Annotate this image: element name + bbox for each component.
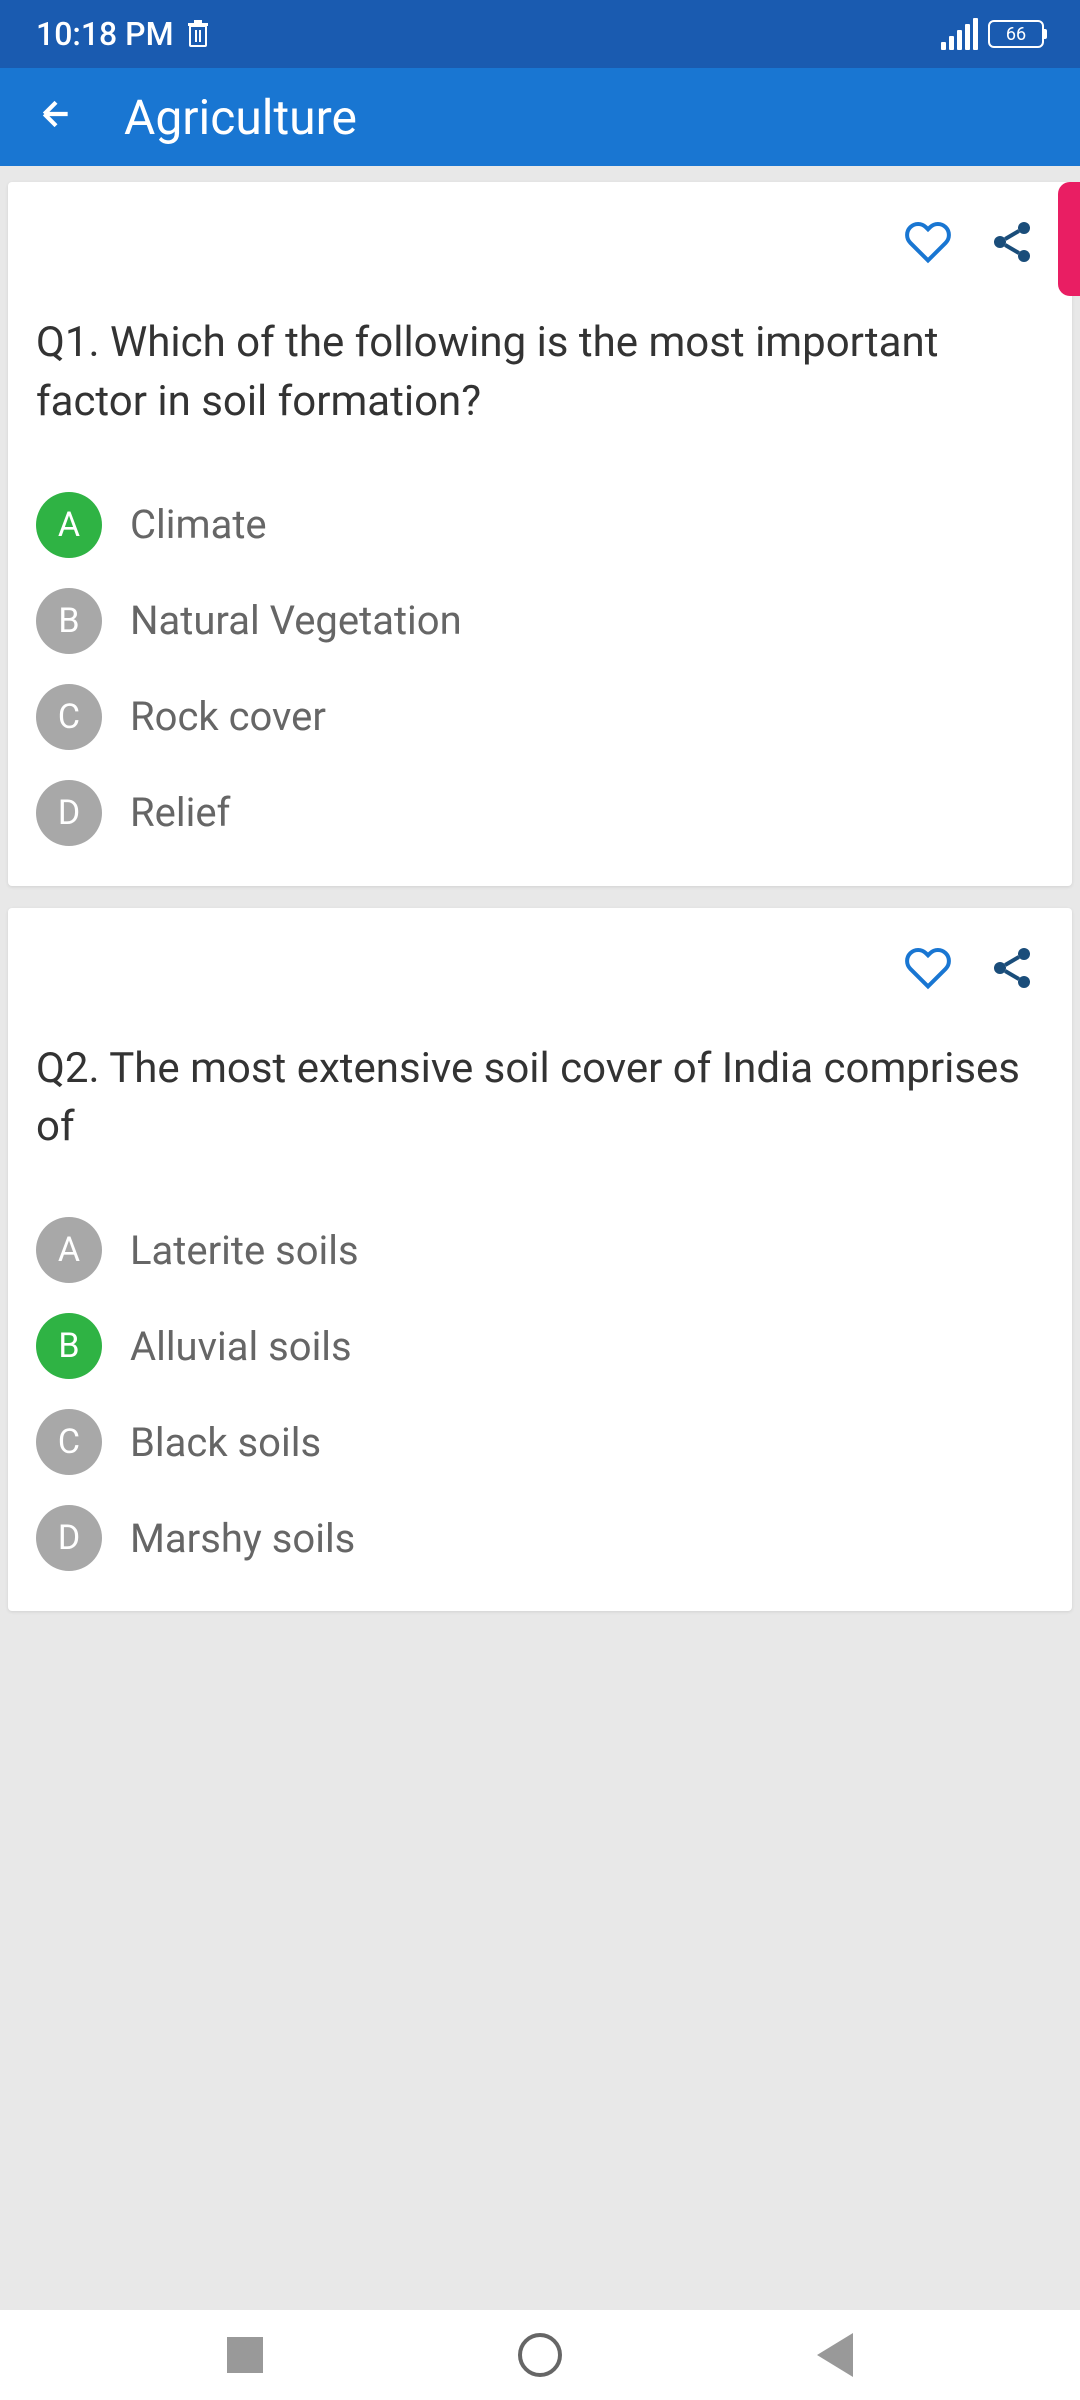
option-badge: B [36,588,102,654]
favorite-button[interactable] [904,944,952,992]
option-text: Laterite soils [130,1227,359,1274]
option-badge: C [36,684,102,750]
status-right: 66 [941,18,1044,50]
option-badge: A [36,1217,102,1283]
option-badge: C [36,1409,102,1475]
battery-icon: 66 [988,20,1044,48]
question-card: Q2. The most extensive soil cover of Ind… [8,908,1072,1612]
option-text: Natural Vegetation [130,597,462,644]
option-text: Climate [130,501,267,548]
option-a[interactable]: A Laterite soils [36,1217,1044,1283]
option-b[interactable]: B Alluvial soils [36,1313,1044,1379]
option-badge: B [36,1313,102,1379]
option-c[interactable]: C Rock cover [36,684,1044,750]
question-text: Q2. The most extensive soil cover of Ind… [36,1040,1044,1158]
share-button[interactable] [988,944,1036,992]
option-c[interactable]: C Black soils [36,1409,1044,1475]
status-bar: 10:18 PM 66 [0,0,1080,68]
card-actions [36,944,1044,992]
question-text: Q1. Which of the following is the most i… [36,314,1044,432]
signal-icon [941,18,978,50]
option-a[interactable]: A Climate [36,492,1044,558]
status-left: 10:18 PM [36,15,210,53]
option-d[interactable]: D Relief [36,780,1044,846]
option-badge: D [36,780,102,846]
question-card: Q1. Which of the following is the most i… [8,182,1072,886]
option-text: Relief [130,789,230,836]
side-tab[interactable] [1058,182,1080,296]
back-button[interactable] [36,89,76,146]
trash-icon [186,20,210,48]
option-text: Black soils [130,1419,321,1466]
card-actions [36,218,1044,266]
option-b[interactable]: B Natural Vegetation [36,588,1044,654]
option-d[interactable]: D Marshy soils [36,1505,1044,1571]
option-text: Rock cover [130,693,326,740]
option-badge: A [36,492,102,558]
recent-apps-button[interactable] [227,2337,263,2373]
back-nav-button[interactable] [817,2333,853,2377]
share-button[interactable] [988,218,1036,266]
option-badge: D [36,1505,102,1571]
status-time: 10:18 PM [36,15,174,53]
home-button[interactable] [518,2333,562,2377]
option-text: Alluvial soils [130,1323,352,1370]
header: Agriculture [0,68,1080,166]
favorite-button[interactable] [904,218,952,266]
content-area: Q1. Which of the following is the most i… [0,166,1080,1649]
page-title: Agriculture [124,89,357,146]
option-text: Marshy soils [130,1515,355,1562]
navigation-bar [0,2310,1080,2400]
